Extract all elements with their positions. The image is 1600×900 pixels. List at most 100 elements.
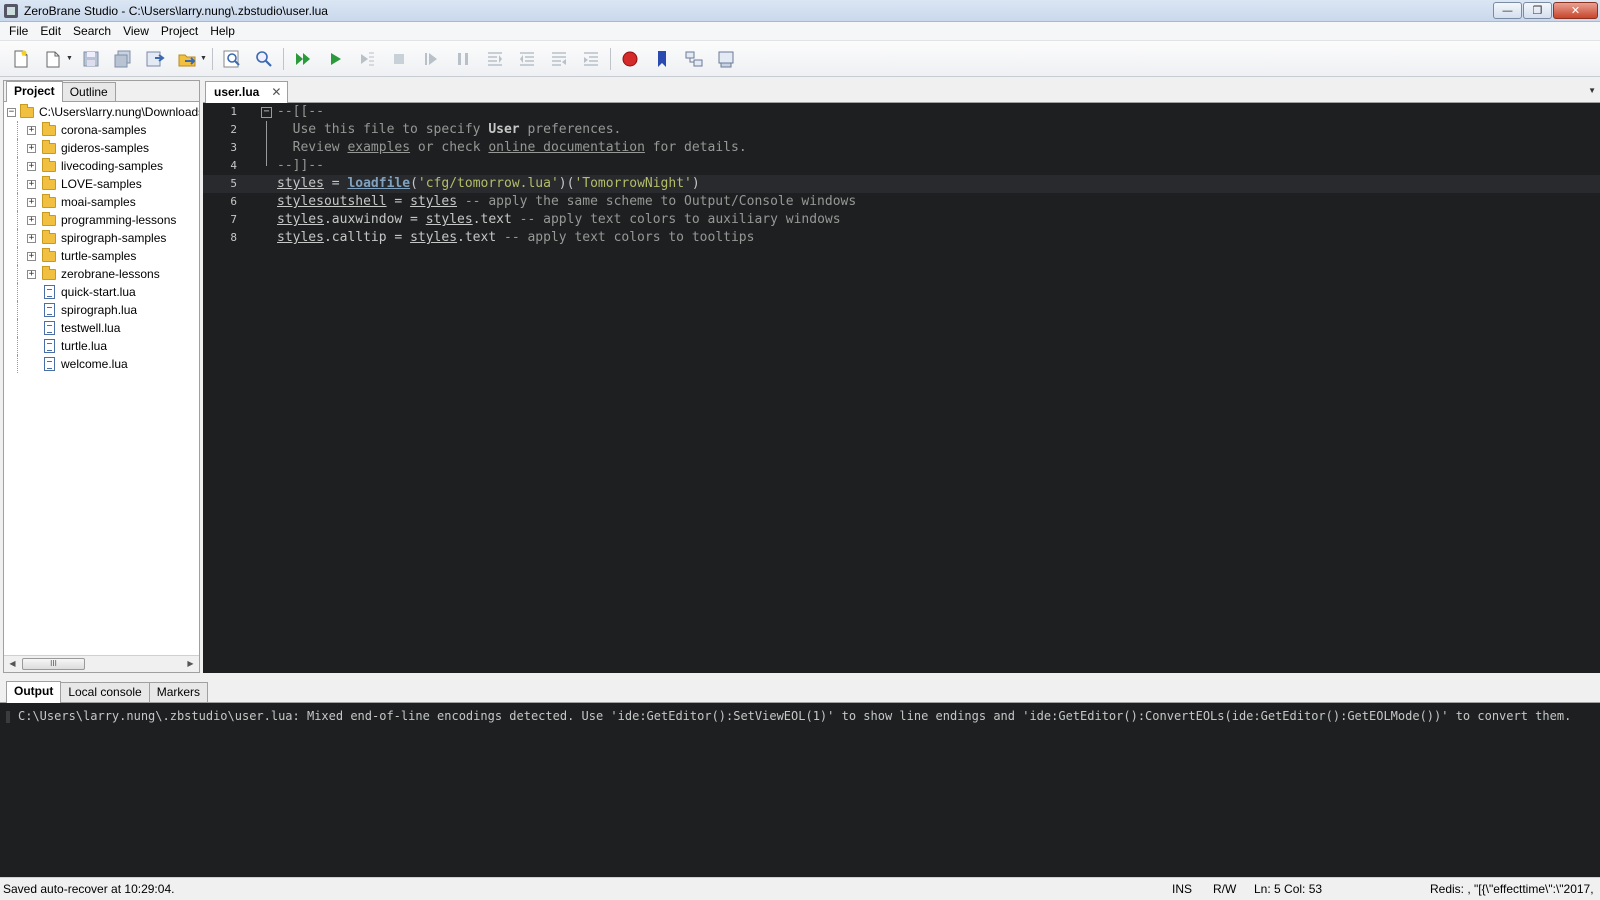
open-dropdown-icon[interactable]: ▼ [66,55,74,62]
line-number: 5 [230,177,237,190]
expand-icon[interactable]: + [27,179,36,189]
toolbar-separator [610,47,611,70]
close-button[interactable]: ✕ [1553,2,1598,19]
step-over-icon[interactable] [482,46,508,72]
expand-icon[interactable]: + [27,251,36,261]
menu-view[interactable]: View [117,22,155,41]
tree-file-label: welcome.lua [61,357,128,371]
find-icon[interactable] [219,46,245,72]
expand-icon[interactable]: + [27,161,36,171]
tree-folder[interactable]: + moai-samples [4,193,199,211]
code-line[interactable]: 2 Use this file to specify User preferen… [203,121,1600,139]
find-in-files-icon[interactable] [251,46,277,72]
code-text: --]]-- [277,157,324,175]
code-line[interactable]: 5 styles = loadfile('cfg/tomorrow.lua')('… [203,175,1600,193]
status-bar: Saved auto-recover at 10:29:04. INS R/W … [0,877,1600,900]
tab-outline[interactable]: Outline [61,82,116,101]
toggle-breakpoint-icon[interactable] [617,46,643,72]
tree-folder[interactable]: + gideros-samples [4,139,199,157]
status-access: R/W [1213,882,1237,896]
fold-collapse-icon[interactable]: − [261,107,272,118]
tree-folder[interactable]: + programming-lessons [4,211,199,229]
menu-edit[interactable]: Edit [34,22,67,41]
expand-icon[interactable]: + [27,143,36,153]
run-to-cursor-icon[interactable] [354,46,380,72]
tab-user-lua[interactable]: user.lua ✕ [205,81,289,103]
tree-file[interactable]: quick-start.lua [4,283,199,301]
scrollbar-thumb[interactable]: III [22,658,85,670]
code-line[interactable]: 1 − --[[-- [203,103,1600,121]
step-out-icon[interactable] [514,46,540,72]
scroll-left-icon[interactable]: ◀ [4,656,21,672]
code-token: = [323,176,348,191]
tree-folder[interactable]: + livecoding-samples [4,157,199,175]
code-line[interactable]: 6 stylesoutshell = styles -- apply the sa… [203,193,1600,211]
tab-markers[interactable]: Markers [148,682,209,702]
line-number: 7 [230,213,237,226]
tab-list-dropdown-icon[interactable]: ▼ [1588,86,1596,95]
menu-project[interactable]: Project [155,22,204,41]
break-icon[interactable] [450,46,476,72]
stop-icon[interactable] [386,46,412,72]
expand-icon[interactable]: + [27,197,36,207]
expand-icon[interactable]: + [27,215,36,225]
code-line[interactable]: 3 Review examples or check online docume… [203,139,1600,157]
watch-window-icon[interactable] [713,46,739,72]
code-token: -- apply text colors to auxiliary window… [511,212,841,227]
menu-search[interactable]: Search [67,22,117,41]
tab-output[interactable]: Output [6,681,62,703]
project-directory-icon[interactable] [142,46,168,72]
status-message: Saved auto-recover at 10:29:04. [3,882,175,896]
tree-root[interactable]: − C:\Users\larry.nung\Downloads [4,103,199,121]
tree-file[interactable]: turtle.lua [4,337,199,355]
expand-icon[interactable]: + [27,269,36,279]
code-token: --[[-- [277,104,324,119]
folder-icon [42,193,56,208]
step-into-icon[interactable] [418,46,444,72]
menu-file[interactable]: File [3,22,34,41]
tree-folder[interactable]: + turtle-samples [4,247,199,265]
code-token: .auxwindow = [323,212,426,227]
output-text[interactable]: C:\Users\larry.nung\.zbstudio\user.lua: … [0,703,1600,877]
horizontal-scrollbar[interactable]: ◀ III ▶ [4,655,199,672]
menu-help[interactable]: Help [204,22,241,41]
tree-file[interactable]: welcome.lua [4,355,199,373]
code-editor[interactable]: 1 − --[[-- 2 Use this file to specify User … [203,103,1600,673]
expand-icon[interactable]: + [27,125,36,135]
save-all-icon[interactable] [110,46,136,72]
start-debug-icon[interactable] [290,46,316,72]
collapse-icon[interactable]: − [7,107,16,117]
editor-panel: user.lua ✕ ▼ 1 − --[[-- 2 Use this file to … [203,77,1600,673]
tree-folder[interactable]: + LOVE-samples [4,175,199,193]
save-icon[interactable] [78,46,104,72]
tab-project[interactable]: Project [6,81,63,102]
code-line[interactable]: 8 styles.calltip = styles.text -- apply t… [203,229,1600,247]
tab-local-console[interactable]: Local console [60,682,150,702]
code-token: examples [347,140,411,155]
stack-window-icon[interactable] [681,46,707,72]
lua-file-icon [44,285,55,299]
step-forward-icon[interactable] [578,46,604,72]
tree-folder[interactable]: + spirograph-samples [4,229,199,247]
tree-file-label: spirograph.lua [61,303,138,317]
title-bar: ZeroBrane Studio - C:\Users\larry.nung\.… [0,0,1600,22]
minimize-button[interactable]: — [1493,2,1522,19]
open-file-icon[interactable] [40,46,66,72]
new-file-icon[interactable] [8,46,34,72]
code-line[interactable]: 4 --]]-- [203,157,1600,175]
step-back-icon[interactable] [546,46,572,72]
expand-icon[interactable]: + [27,233,36,243]
tree-folder[interactable]: + corona-samples [4,121,199,139]
tree-folder[interactable]: + zerobrane-lessons [4,265,199,283]
run-icon[interactable] [322,46,348,72]
tree-file[interactable]: testwell.lua [4,319,199,337]
code-line[interactable]: 7 styles.auxwindow = styles.text -- apply… [203,211,1600,229]
scroll-right-icon[interactable]: ▶ [182,656,199,672]
project-dropdown-icon[interactable]: ▼ [200,55,208,62]
maximize-button[interactable]: ❐ [1523,2,1552,19]
close-tab-icon[interactable]: ✕ [271,82,281,103]
tree-file[interactable]: spirograph.lua [4,301,199,319]
tree-file-label: testwell.lua [61,321,121,335]
toggle-bookmark-icon[interactable] [649,46,675,72]
choose-project-icon[interactable] [174,46,200,72]
